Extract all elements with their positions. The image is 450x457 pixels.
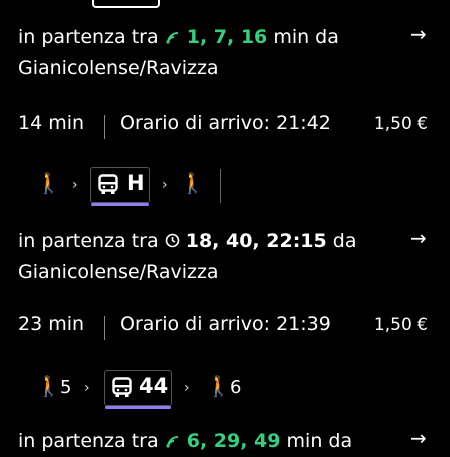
trip-legs: 🚶 5 › 44 › 🚶 6 [30,370,430,409]
walk-icon: 🚶 [180,171,205,195]
departure-stop: Gianicolense/Ravizza [18,57,219,79]
live-signal-icon [165,26,187,48]
live-signal-icon [165,430,187,452]
walk-icon: 🚶 [36,374,61,398]
arrow-right-icon[interactable]: → [410,426,427,450]
previous-route-chip [92,0,160,8]
arrival-time: Orario di arrivo: 21:39 [120,313,331,335]
walk-icon: 🚶 [36,171,61,195]
departure-stop: Gianicolense/Ravizza [18,261,219,283]
departure-line: in partenza tra 6, 29, 49 min da [18,426,352,457]
departure-line: in partenza tra 1, 7, 16 min da Gianicol… [18,22,339,84]
trip-duration: 23 min [18,313,85,335]
chevron-right-icon: › [184,380,190,396]
departure-prefix: in partenza tra [18,26,159,48]
departure-line: in partenza tra 18, 40, 22:15 da Gianico… [18,226,357,288]
arrival-time: Orario di arrivo: 21:42 [120,112,331,134]
walk-minutes: 6 [230,377,242,398]
trip-price: 1,50 € [373,315,428,335]
summary-divider [104,115,105,139]
trip-legs: 🚶 › H › 🚶 [30,167,430,206]
summary-divider [104,316,105,340]
trip-summary: 23 min Orario di arrivo: 21:39 1,50 € [18,313,428,343]
departure-suffix: min da [286,430,353,452]
departure-prefix: in partenza tra [18,430,159,452]
route-underline [105,406,171,409]
departure-suffix: da [332,230,357,252]
walk-icon: 🚶 [206,374,231,398]
bus-route-label: H [127,171,145,195]
chevron-right-icon: › [162,177,168,193]
bus-route-chip: H [90,167,150,206]
bus-icon [98,174,118,194]
trip-summary: 14 min Orario di arrivo: 21:42 1,50 € [18,112,428,142]
trip-duration: 14 min [18,112,85,134]
chevron-right-icon: › [84,380,90,396]
departure-times: 6, 29, 49 [186,430,281,452]
departure-times: 18, 40, 22:15 [185,230,327,252]
chevron-right-icon: › [72,177,78,193]
bus-route-label: 44 [139,374,169,398]
legs-divider [220,169,221,203]
clock-icon [165,230,186,252]
departure-prefix: in partenza tra [18,230,159,252]
departure-times: 1, 7, 16 [186,26,268,48]
walk-minutes: 5 [60,377,72,398]
route-underline [91,203,149,206]
departure-suffix: min da [273,26,339,48]
bus-route-chip: 44 [104,370,172,409]
arrow-right-icon[interactable]: → [410,22,427,46]
trip-price: 1,50 € [373,114,428,134]
arrow-right-icon[interactable]: → [410,226,427,250]
bus-icon [112,377,132,397]
